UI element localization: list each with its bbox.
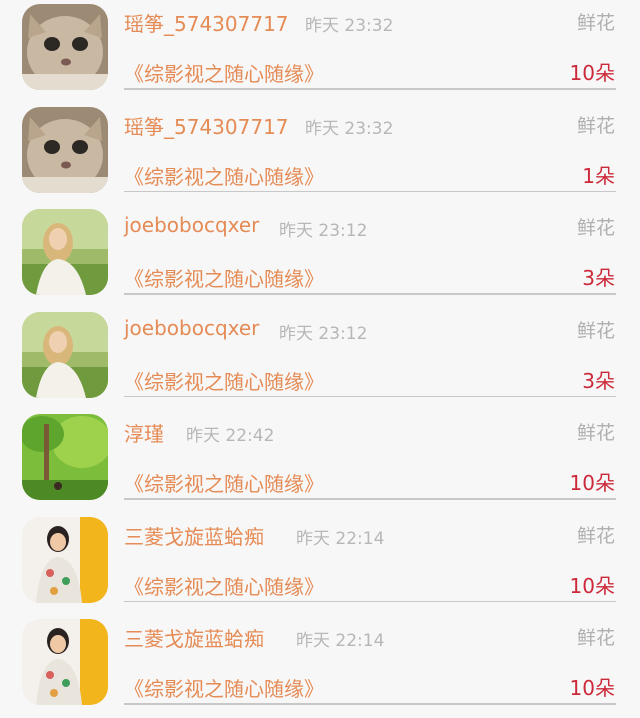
girl-yellow-avatar-icon (22, 619, 108, 705)
gift-record-list: 瑶筝_574307717 昨天 23:32 鲜花 《综影视之随心随缘》 10朵 … (0, 0, 640, 718)
gift-count: 10朵 (569, 471, 615, 495)
divider (124, 88, 616, 90)
gift-type: 鲜花 (576, 524, 615, 547)
avatar[interactable] (22, 4, 108, 90)
gift-type: 鲜花 (576, 319, 615, 342)
sender-name[interactable]: 淳瑾 (124, 418, 164, 447)
book-title-link[interactable]: 《综影视之随心随缘》 (124, 468, 324, 497)
gift-count: 3朵 (582, 368, 615, 393)
divider (124, 498, 616, 500)
timestamp: 昨天 23:32 (305, 16, 394, 36)
sender-name[interactable]: 瑶筝_574307717 (124, 8, 289, 37)
timestamp: 昨天 22:14 (296, 528, 385, 549)
girl-field-avatar-icon (22, 209, 108, 295)
sender-name[interactable]: 瑶筝_574307717 (124, 111, 289, 140)
gift-type: 鲜花 (576, 217, 615, 239)
divider (124, 293, 616, 295)
sender-name[interactable]: joebobocqxer (124, 213, 259, 237)
gift-type: 鲜花 (576, 12, 615, 34)
timestamp: 昨天 22:42 (186, 426, 275, 446)
timestamp: 昨天 23:12 (279, 323, 368, 344)
forest-avatar-icon (22, 414, 108, 500)
cat-avatar-icon (22, 106, 108, 193)
gift-count: 10朵 (569, 61, 615, 85)
gift-type: 鲜花 (576, 627, 615, 649)
gift-count: 1朵 (582, 163, 615, 188)
avatar[interactable] (22, 619, 108, 705)
gift-count: 10朵 (569, 573, 615, 598)
sender-name[interactable]: 三菱戈旋蓝蛤痴 (124, 623, 264, 652)
avatar[interactable] (22, 209, 108, 295)
list-item[interactable]: 瑶筝_574307717 昨天 23:32 鲜花 《综影视之随心随缘》 10朵 (0, 0, 640, 103)
girl-field-avatar-icon (22, 311, 108, 398)
gift-type: 鲜花 (576, 114, 615, 137)
book-title-link[interactable]: 《综影视之随心随缘》 (124, 58, 324, 87)
avatar[interactable] (22, 106, 108, 193)
avatar[interactable] (22, 414, 108, 500)
list-item[interactable]: joebobocqxer 昨天 23:12 鲜花 《综影视之随心随缘》 3朵 (0, 308, 640, 411)
gift-count: 10朵 (569, 676, 615, 700)
gift-count: 3朵 (582, 266, 615, 290)
divider (124, 703, 616, 705)
avatar[interactable] (22, 311, 108, 398)
list-item[interactable]: joebobocqxer 昨天 23:12 鲜花 《综影视之随心随缘》 3朵 (0, 205, 640, 308)
list-item[interactable]: 瑶筝_574307717 昨天 23:32 鲜花 《综影视之随心随缘》 1朵 (0, 103, 640, 206)
book-title-link[interactable]: 《综影视之随心随缘》 (124, 366, 324, 395)
sender-name[interactable]: joebobocqxer (124, 316, 259, 340)
book-title-link[interactable]: 《综影视之随心随缘》 (124, 673, 324, 702)
sender-name[interactable]: 三菱戈旋蓝蛤痴 (124, 521, 264, 550)
cat-avatar-icon (22, 4, 108, 90)
book-title-link[interactable]: 《综影视之随心随缘》 (124, 571, 324, 600)
list-item[interactable]: 淳瑾 昨天 22:42 鲜花 《综影视之随心随缘》 10朵 (0, 410, 640, 513)
timestamp: 昨天 23:12 (279, 221, 368, 241)
book-title-link[interactable]: 《综影视之随心随缘》 (124, 263, 324, 292)
gift-type: 鲜花 (576, 422, 615, 444)
book-title-link[interactable]: 《综影视之随心随缘》 (124, 161, 324, 190)
avatar[interactable] (22, 516, 108, 603)
girl-yellow-avatar-icon (22, 516, 108, 603)
divider (124, 395, 616, 397)
list-item[interactable]: 三菱戈旋蓝蛤痴 昨天 22:14 鲜花 《综影视之随心随缘》 10朵 (0, 513, 640, 616)
divider (124, 600, 616, 602)
divider (124, 190, 616, 192)
timestamp: 昨天 23:32 (305, 118, 394, 139)
timestamp: 昨天 22:14 (296, 631, 385, 651)
list-item[interactable]: 三菱戈旋蓝蛤痴 昨天 22:14 鲜花 《综影视之随心随缘》 10朵 (0, 615, 640, 718)
